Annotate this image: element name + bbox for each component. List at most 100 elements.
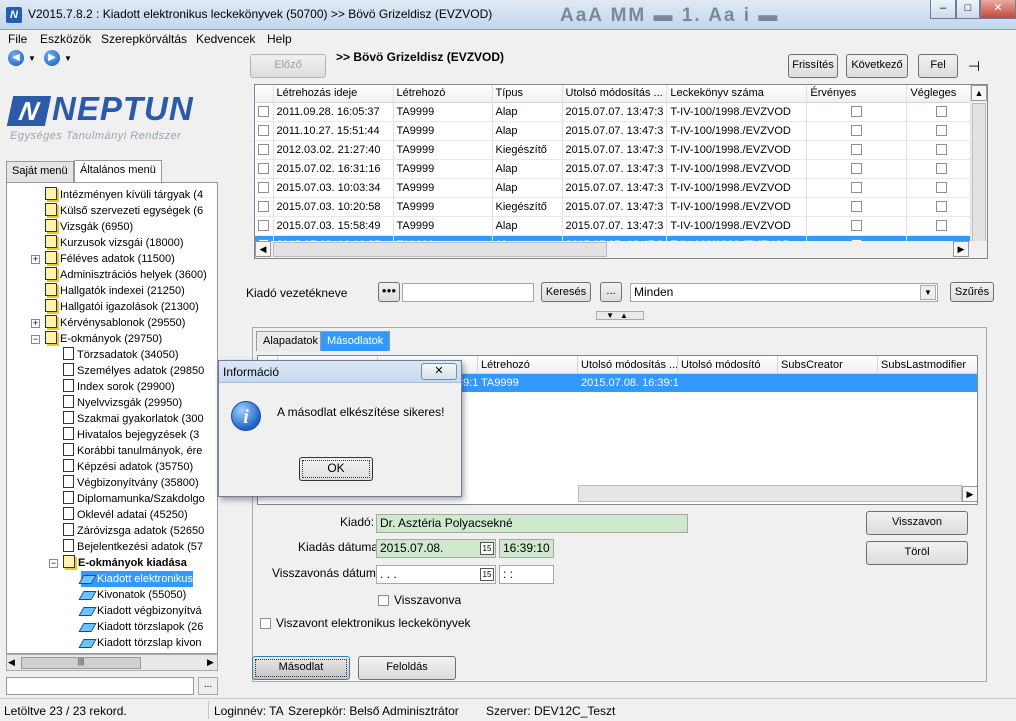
- prev-button[interactable]: Előző: [250, 54, 326, 78]
- tree-item[interactable]: Kiadott törzslap kivon: [78, 635, 202, 651]
- tree-item[interactable]: Hallgatók indexei (21250): [45, 283, 185, 299]
- tree-item[interactable]: Külső szervezeti egységek (6: [45, 203, 203, 219]
- tree-item[interactable]: Kérvénysablonok (29550): [45, 315, 185, 331]
- table-row[interactable]: 2015.07.03. 15:58:49 TA9999 Alap 2015.07.07…: [255, 216, 978, 236]
- tree-item[interactable]: E-okmányok (29750): [45, 331, 162, 347]
- tree-item[interactable]: Kiadott végbizonyítvá: [78, 603, 202, 619]
- tree-item[interactable]: Bejelentkezési adatok (57: [63, 539, 203, 555]
- issuer-surname-input[interactable]: [402, 283, 534, 302]
- scroll-thumb[interactable]: |||: [21, 657, 141, 669]
- menu-file[interactable]: File: [8, 32, 27, 46]
- tree-item[interactable]: Adminisztrációs helyek (3600): [45, 267, 207, 283]
- row-select-checkbox[interactable]: [258, 162, 269, 174]
- row-select-checkbox[interactable]: [258, 143, 269, 155]
- scroll-right-icon[interactable]: ▶: [953, 241, 969, 257]
- up-button[interactable]: Fel: [918, 54, 958, 78]
- search-button[interactable]: Keresés: [541, 282, 591, 302]
- final-checkbox[interactable]: [936, 105, 948, 117]
- tree-item[interactable]: Kiadott törzslapok (26: [78, 619, 203, 635]
- final-checkbox[interactable]: [936, 143, 948, 155]
- tree-item[interactable]: Hallgatói igazolások (21300): [45, 299, 199, 315]
- tree-item[interactable]: Törzsadatok (34050): [63, 347, 179, 363]
- tree-item[interactable]: Vizsgák (6950): [45, 219, 133, 235]
- final-checkbox[interactable]: [936, 219, 948, 231]
- filter-button[interactable]: Szűrés: [950, 282, 994, 302]
- scroll-left-icon[interactable]: ◀: [255, 241, 271, 257]
- col-creator[interactable]: Létrehozó: [393, 85, 493, 103]
- tree-item[interactable]: Kurzusok vizsgái (18000): [45, 235, 184, 251]
- expand-icon[interactable]: +: [31, 319, 40, 328]
- revoke-date-field[interactable]: . . . 15: [376, 565, 496, 584]
- scroll-up-icon[interactable]: ▲: [971, 85, 987, 101]
- row-select-checkbox[interactable]: [258, 181, 269, 193]
- collapse-icon[interactable]: −: [31, 335, 40, 344]
- tree-item[interactable]: Záróvizsga adatok (52650: [63, 523, 204, 539]
- scroll-thumb[interactable]: [972, 103, 986, 243]
- grid-vertical-scrollbar[interactable]: ▲ ▼: [970, 85, 987, 257]
- tree-item[interactable]: Képzési adatok (35750): [63, 459, 193, 475]
- menu-help[interactable]: Help: [267, 32, 292, 46]
- quick-search-input[interactable]: [6, 677, 194, 695]
- ok-button[interactable]: OK: [299, 457, 373, 481]
- pin-icon[interactable]: ⊣: [968, 58, 980, 75]
- table-row[interactable]: 2015.07.03. 10:03:34 TA9999 Alap 2015.07.07…: [255, 178, 978, 198]
- tab-own-menu[interactable]: Saját menü: [6, 161, 74, 182]
- final-checkbox[interactable]: [936, 162, 948, 174]
- quick-search-button[interactable]: ...: [198, 677, 218, 695]
- menu-tools[interactable]: Eszközök: [40, 32, 91, 46]
- chevron-down-icon[interactable]: ▼: [920, 285, 936, 300]
- col-created[interactable]: Létrehozás ideje: [273, 85, 394, 103]
- menu-role-switch[interactable]: Szerepkörváltás: [101, 32, 187, 46]
- tree-item[interactable]: Nyelvvizsgák (29950): [63, 395, 182, 411]
- scroll-left-icon[interactable]: ◀: [8, 657, 15, 668]
- col-select[interactable]: [255, 85, 274, 103]
- copy-button[interactable]: Másodlat: [252, 656, 350, 680]
- splitter-handle[interactable]: ▼▲: [596, 311, 644, 320]
- tab-copies[interactable]: Másodlatok: [320, 331, 391, 351]
- tree-item[interactable]: Személyes adatok (29850: [63, 363, 204, 379]
- maximize-button[interactable]: □: [956, 0, 980, 19]
- tree-item[interactable]: Kiadott elektronikus: [78, 571, 193, 587]
- calendar-icon[interactable]: 15: [480, 568, 494, 581]
- valid-checkbox[interactable]: [851, 162, 863, 174]
- row-select-checkbox[interactable]: [258, 105, 269, 117]
- ellipsis-button[interactable]: ...: [600, 282, 622, 302]
- show-revoked-checkbox[interactable]: [260, 618, 271, 629]
- next-button[interactable]: Következő: [846, 54, 908, 78]
- back-arrow-icon[interactable]: ◀: [8, 50, 24, 66]
- valid-checkbox[interactable]: [851, 181, 863, 193]
- tree-item[interactable]: Index sorok (29900): [63, 379, 175, 395]
- col-modified[interactable]: Utolsó módosítás ...: [562, 85, 668, 103]
- col-type[interactable]: Típus: [492, 85, 563, 103]
- table-row[interactable]: 2015.07.02. 16:31:16 TA9999 Alap 2015.07.07…: [255, 159, 978, 179]
- revoke-time-field[interactable]: : :: [499, 565, 554, 584]
- forward-dropdown-icon[interactable]: ▼: [64, 54, 72, 63]
- minimize-button[interactable]: –: [930, 0, 956, 19]
- valid-checkbox[interactable]: [851, 143, 863, 155]
- tree-item[interactable]: Diplomamunka/Szakdolgo: [63, 491, 205, 507]
- dialog-close-button[interactable]: ✕: [421, 363, 457, 380]
- close-window-button[interactable]: ✕: [980, 0, 1016, 19]
- row-select-checkbox[interactable]: [258, 124, 269, 136]
- final-checkbox[interactable]: [936, 200, 948, 212]
- filter-select[interactable]: Minden ▼: [630, 283, 938, 302]
- copies-horizontal-scrollbar[interactable]: [578, 485, 962, 502]
- table-row[interactable]: 2011.10.27. 15:51:44 TA9999 Alap 2015.07.07…: [255, 121, 978, 141]
- table-row[interactable]: 2011.09.28. 16:05:37 TA9999 Alap 2015.07.07…: [255, 102, 978, 122]
- collapse-icon[interactable]: −: [49, 559, 58, 568]
- table-row[interactable]: 2015.07.03. 10:20:58 TA9999 Kiegészítő 2015…: [255, 197, 978, 217]
- tree-item[interactable]: Oklevél adatai (45250): [63, 507, 188, 523]
- scroll-thumb[interactable]: [273, 242, 607, 257]
- valid-checkbox[interactable]: [851, 200, 863, 212]
- valid-checkbox[interactable]: [851, 105, 863, 117]
- tree-item[interactable]: Hivatalos bejegyzések (3: [63, 427, 199, 443]
- tree-item[interactable]: Végbizonyítvány (35800): [63, 475, 199, 491]
- tree-item[interactable]: E-okmányok kiadása: [63, 555, 187, 571]
- final-checkbox[interactable]: [936, 124, 948, 136]
- table-row[interactable]: 2012.03.02. 21:27:40 TA9999 Kiegészítő 2015…: [255, 140, 978, 160]
- row-select-checkbox[interactable]: [258, 219, 269, 231]
- tree-item[interactable]: Intézményen kívüli tárgyak (4: [45, 187, 203, 203]
- valid-checkbox[interactable]: [851, 124, 863, 136]
- row-select-checkbox[interactable]: [258, 200, 269, 212]
- tree-item[interactable]: Szakmai gyakorlatok (300: [63, 411, 204, 427]
